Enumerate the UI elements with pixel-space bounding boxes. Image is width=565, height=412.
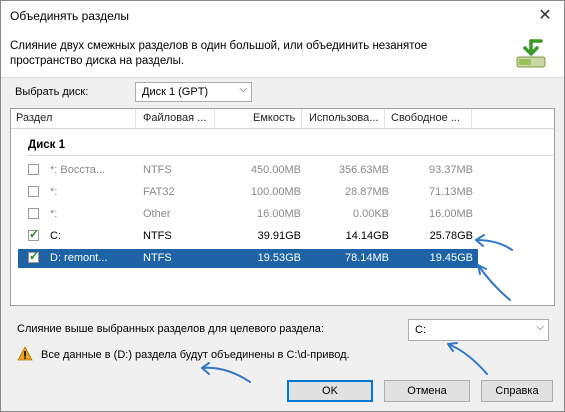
table-row[interactable]: C: NTFS 39.91GB 14.14GB 25.78GB	[18, 227, 478, 246]
cell-used: 0.00KB	[352, 208, 389, 220]
column-separator[interactable]	[135, 109, 136, 128]
close-icon[interactable]: ✕	[530, 4, 560, 28]
row-checkbox[interactable]	[28, 227, 39, 241]
cell-partition: D: remont...	[50, 252, 108, 264]
disk-select[interactable]: Диск 1 (GPT) ⌵	[135, 82, 252, 102]
target-partition-select[interactable]: C: ⌵	[408, 319, 549, 341]
target-partition-value: C:	[415, 324, 426, 336]
cell-capacity: 100.00MB	[250, 186, 301, 198]
cell-partition: *: Восста...	[50, 164, 106, 176]
cell-partition: C:	[50, 230, 61, 242]
cell-filesystem: NTFS	[143, 252, 172, 264]
row-checkbox[interactable]	[28, 249, 39, 263]
window-title: Объединять разделы	[10, 9, 129, 23]
chevron-down-icon: ⌵	[536, 322, 544, 333]
group-divider	[27, 155, 554, 156]
column-partition[interactable]: Раздел	[16, 112, 52, 124]
disk-select-label: Выбрать диск:	[15, 86, 89, 98]
cell-filesystem: FAT32	[143, 186, 175, 198]
cancel-button[interactable]: Отмена	[384, 380, 470, 402]
row-checkbox[interactable]	[28, 164, 39, 175]
cell-used: 28.87MB	[344, 186, 389, 198]
cell-partition: *:	[50, 208, 58, 220]
cell-partition: *:	[50, 186, 58, 198]
column-filesystem[interactable]: Файловая ...	[143, 112, 206, 124]
merge-partition-icon	[516, 39, 546, 68]
cell-filesystem: NTFS	[143, 164, 172, 176]
warning-message: Все данные в (D:) раздела будут объедине…	[41, 349, 350, 361]
disk-select-value: Диск 1 (GPT)	[142, 86, 209, 98]
cell-free: 71.13MB	[428, 186, 473, 198]
cell-filesystem: Other	[143, 208, 171, 220]
cell-used: 14.14GB	[345, 230, 389, 242]
table-row: *: FAT32 100.00MB 28.87MB 71.13MB	[18, 183, 478, 202]
target-partition-label: Слияние выше выбранных разделов для целе…	[17, 323, 324, 335]
header-description: Слияние двух смежных разделов в один бол…	[10, 40, 428, 67]
help-button[interactable]: Справка	[481, 380, 553, 402]
cell-free: 16.00MB	[428, 208, 473, 220]
cell-used: 356.63MB	[338, 164, 389, 176]
column-separator[interactable]	[214, 109, 215, 128]
dialog-header: Слияние двух смежных разделов в один бол…	[1, 31, 564, 78]
partition-table: Раздел Файловая ... Емкость Использова..…	[10, 108, 555, 306]
title-bar: Объединять разделы ✕	[1, 1, 564, 31]
disk-group-label: Диск 1	[28, 139, 66, 151]
merge-partitions-dialog: Объединять разделы ✕ Слияние двух смежны…	[0, 0, 565, 412]
ok-button[interactable]: OK	[287, 380, 373, 402]
column-separator[interactable]	[301, 109, 302, 128]
cell-free: 25.78GB	[429, 230, 473, 242]
cell-capacity: 16.00MB	[256, 208, 301, 220]
table-row: *: Other 16.00MB 0.00KB 16.00MB	[18, 205, 478, 224]
cell-free: 93.37MB	[428, 164, 473, 176]
table-row-selected[interactable]: D: remont... NTFS 19.53GB 78.14MB 19.45G…	[18, 249, 478, 268]
cell-filesystem: NTFS	[143, 230, 172, 242]
chevron-down-icon: ⌵	[239, 84, 247, 95]
cell-capacity: 39.91GB	[257, 230, 301, 242]
cell-used: 78.14MB	[344, 252, 389, 264]
column-separator[interactable]	[384, 109, 385, 128]
cell-capacity: 450.00MB	[250, 164, 301, 176]
cell-free: 19.45GB	[429, 252, 473, 264]
column-used[interactable]: Использова...	[309, 112, 378, 124]
table-row: *: Восста... NTFS 450.00MB 356.63MB 93.3…	[18, 161, 478, 180]
column-separator[interactable]	[471, 109, 472, 128]
column-capacity[interactable]: Емкость	[253, 112, 295, 124]
row-checkbox[interactable]	[28, 208, 39, 219]
column-free[interactable]: Свободное ...	[391, 112, 460, 124]
table-header: Раздел Файловая ... Емкость Использова..…	[11, 109, 554, 129]
row-checkbox[interactable]	[28, 186, 39, 197]
warning-icon	[17, 346, 33, 361]
cell-capacity: 19.53GB	[257, 252, 301, 264]
